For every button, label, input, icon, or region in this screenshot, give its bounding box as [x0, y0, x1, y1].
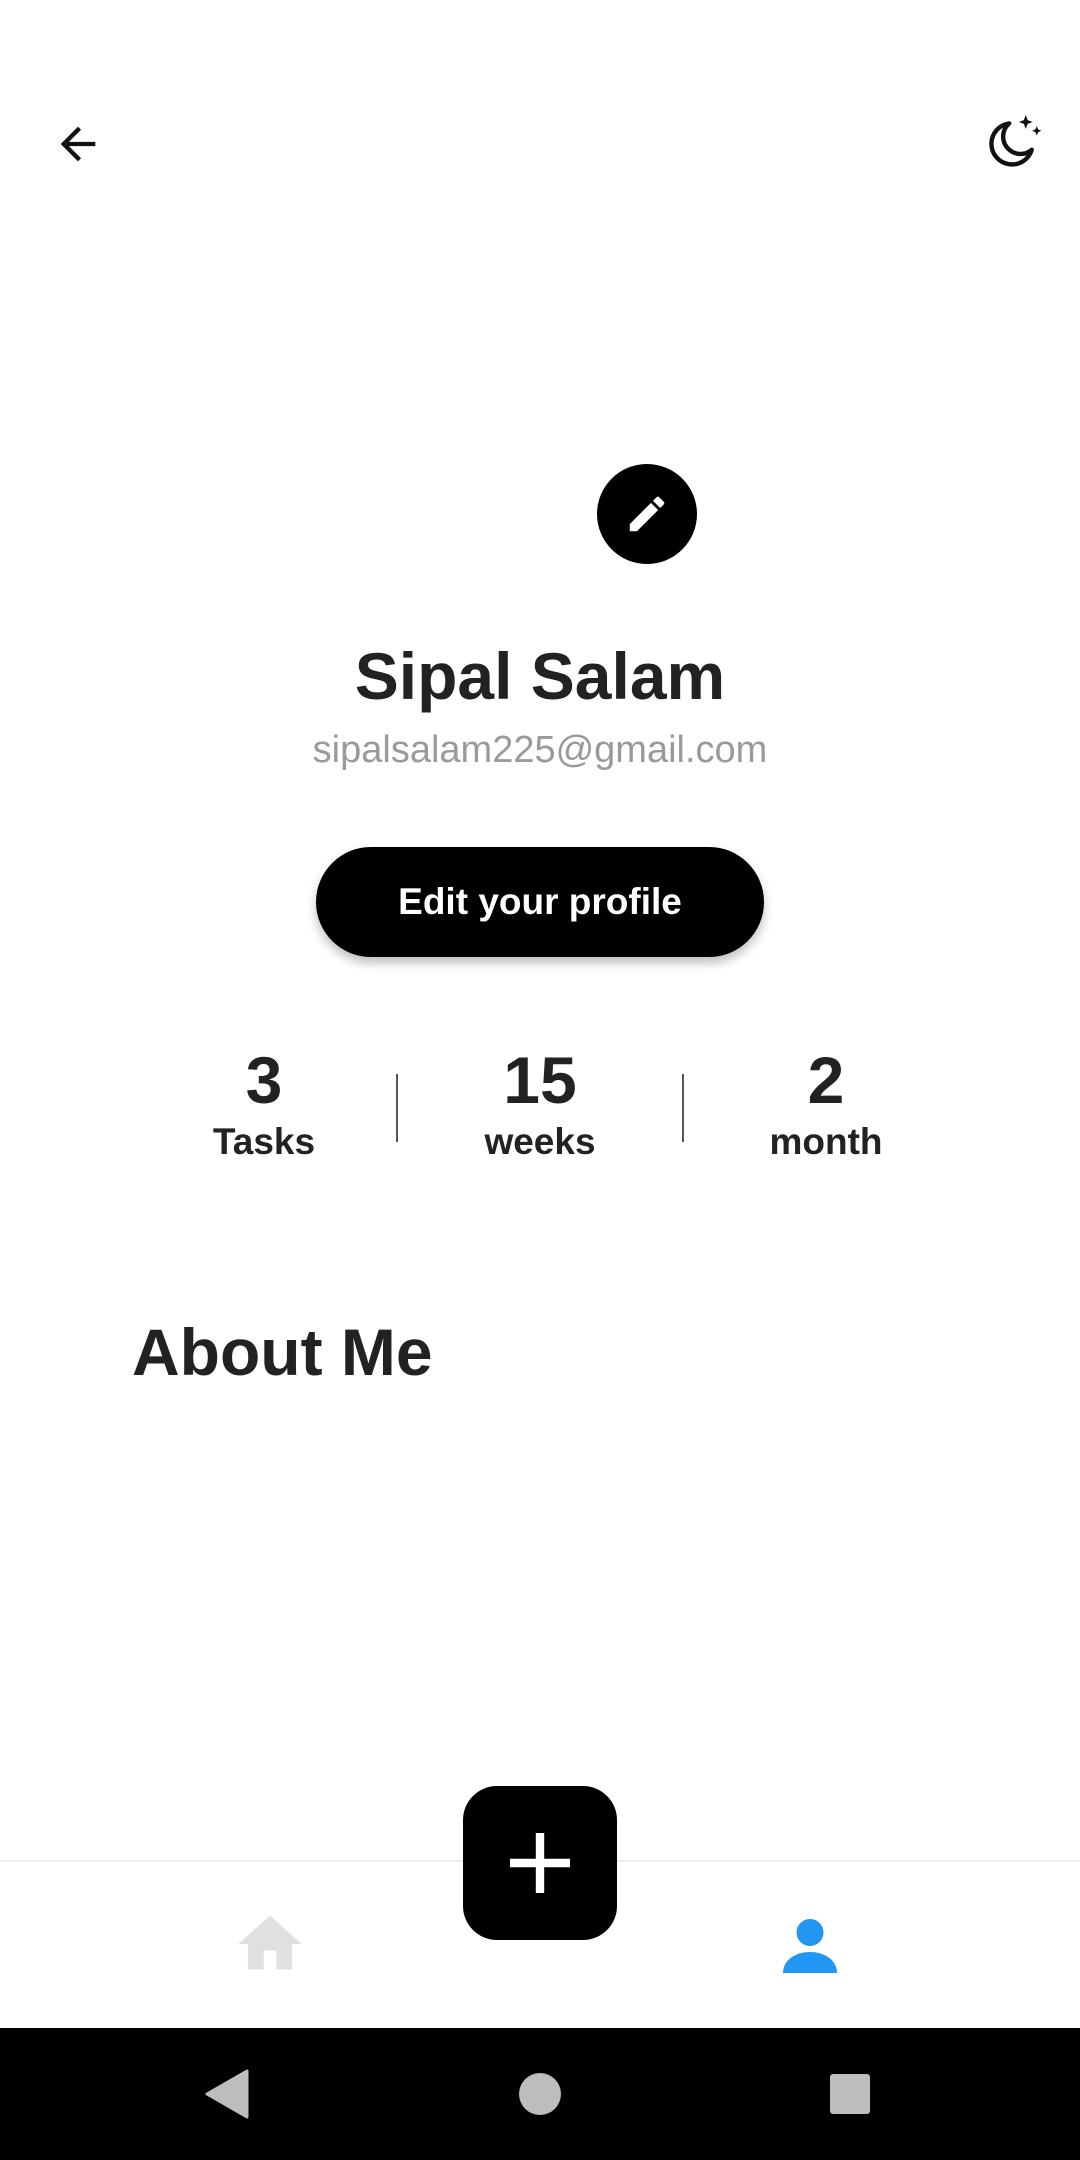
- arrow-left-icon: [60, 126, 96, 162]
- stat-month: 2 month: [706, 1040, 946, 1164]
- stat-divider: [682, 1074, 684, 1142]
- square-recents-icon: [830, 2074, 870, 2114]
- stat-weeks: 15 weeks: [420, 1040, 660, 1164]
- pencil-icon: [629, 496, 665, 532]
- stat-label: Tasks: [212, 1121, 316, 1162]
- nav-profile[interactable]: [770, 1906, 850, 1986]
- profile-name: Sipal Salam: [354, 639, 726, 713]
- system-navigation-bar: [0, 2028, 1080, 2160]
- circle-home-icon: [519, 2073, 561, 2115]
- moon-stars-icon: [989, 115, 1042, 167]
- stats-row: 3 Tasks 15 weeks 2 month: [110, 1040, 970, 1180]
- system-home-button[interactable]: [512, 2066, 568, 2122]
- back-button[interactable]: [46, 112, 110, 176]
- add-task-button[interactable]: [463, 1786, 617, 1940]
- stat-divider: [396, 1074, 398, 1142]
- about-me-heading: About Me: [132, 1315, 433, 1389]
- system-back-button[interactable]: [198, 2066, 254, 2122]
- person-icon: [783, 1919, 837, 1973]
- edit-avatar-button[interactable]: [597, 464, 697, 564]
- nav-home[interactable]: [232, 1906, 308, 1982]
- stat-value: 15: [503, 1043, 577, 1117]
- stat-value: 2: [807, 1043, 845, 1117]
- system-recents-button[interactable]: [822, 2066, 878, 2122]
- stat-label: weeks: [484, 1121, 596, 1162]
- triangle-back-icon: [205, 2069, 249, 2119]
- stat-label: month: [769, 1121, 883, 1162]
- edit-profile-button[interactable]: Edit your profile: [316, 847, 764, 957]
- stat-value: 3: [245, 1043, 283, 1117]
- theme-toggle-button[interactable]: [976, 108, 1048, 180]
- profile-email: sipalsalam225@gmail.com: [312, 729, 768, 771]
- plus-icon: [510, 1833, 570, 1893]
- home-icon: [238, 1915, 302, 1970]
- profile-screen: Sipal Salam sipalsalam225@gmail.com Edit…: [0, 0, 1080, 2160]
- stat-tasks: 3 Tasks: [144, 1040, 384, 1164]
